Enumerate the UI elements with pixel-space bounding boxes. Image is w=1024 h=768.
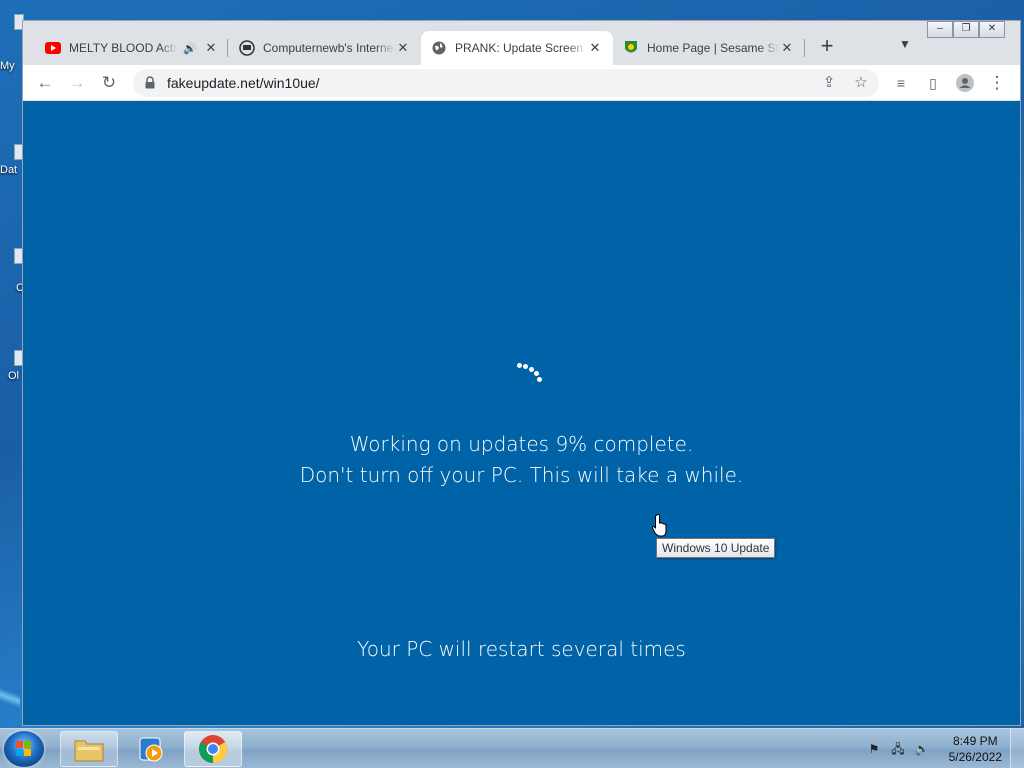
close-tab-icon[interactable]: ✕ bbox=[203, 40, 219, 56]
volume-icon[interactable]: 🔈 bbox=[914, 741, 930, 757]
chrome-icon bbox=[199, 735, 227, 763]
taskbar: ⚑ 🖧 🔈 8:49 PM 5/26/2022 bbox=[0, 728, 1024, 768]
tooltip: Windows 10 Update bbox=[656, 538, 776, 558]
sesame-icon bbox=[623, 40, 639, 56]
desktop-icon-app-2[interactable]: Ol bbox=[0, 332, 24, 382]
taskbar-chrome[interactable] bbox=[184, 731, 242, 767]
computernewb-icon bbox=[239, 40, 255, 56]
reload-icon[interactable]: ↻ bbox=[97, 71, 121, 95]
tab-title: Computernewb's Internet bbox=[263, 41, 395, 55]
address-bar[interactable]: fakeupdate.net/win10ue/ ⇪ ☆ bbox=[133, 69, 879, 97]
taskbar-clock[interactable]: 8:49 PM 5/26/2022 bbox=[949, 733, 1002, 765]
close-tab-icon[interactable]: ✕ bbox=[779, 40, 795, 56]
tab-separator bbox=[227, 39, 228, 57]
youtube-icon bbox=[45, 40, 61, 56]
forward-arrow-icon[interactable]: → bbox=[65, 71, 89, 95]
address-url: fakeupdate.net/win10ue/ bbox=[167, 75, 320, 91]
desktop-icon-label: Dat bbox=[0, 164, 18, 176]
tab-computernewb[interactable]: Computernewb's Internet ✕ bbox=[229, 31, 421, 65]
taskbar-media-player[interactable] bbox=[122, 731, 180, 767]
clock-date: 5/26/2022 bbox=[948, 750, 1002, 764]
tab-separator bbox=[804, 39, 805, 57]
new-tab-button[interactable]: + bbox=[815, 35, 839, 59]
wallpaper-streak bbox=[0, 668, 20, 728]
file-explorer-icon bbox=[74, 740, 104, 762]
browser-window: MELTY BLOOD Actress Again 🔊 ✕ Computerne… bbox=[22, 20, 1021, 726]
clock-time: 8:49 PM bbox=[952, 734, 998, 748]
reading-list-icon[interactable]: ≡ bbox=[889, 71, 913, 95]
action-center-flag-icon[interactable]: ⚑ bbox=[866, 741, 882, 757]
tab-search-chevron-icon[interactable]: ▼ bbox=[895, 37, 915, 57]
desktop-icon-computer[interactable]: My bbox=[0, 14, 24, 72]
desktop-icon-data[interactable]: Dat bbox=[0, 142, 24, 182]
tab-sesame-street[interactable]: Home Page | Sesame Street ✕ bbox=[613, 31, 805, 65]
globe-icon bbox=[431, 40, 447, 56]
taskbar-file-explorer[interactable] bbox=[60, 731, 118, 767]
restore-button[interactable]: ❐ bbox=[953, 21, 979, 38]
tab-prank-update[interactable]: PRANK: Update Screen ✕ bbox=[421, 31, 613, 65]
start-button[interactable] bbox=[4, 731, 44, 767]
close-tab-icon[interactable]: ✕ bbox=[395, 40, 411, 56]
tab-strip: MELTY BLOOD Actress Again 🔊 ✕ Computerne… bbox=[23, 21, 1020, 65]
close-window-button[interactable]: ✕ bbox=[979, 21, 1005, 38]
tab-title: MELTY BLOOD Actress Again bbox=[69, 41, 178, 55]
minimize-button[interactable]: – bbox=[927, 21, 953, 38]
desktop-icon-label: Ol bbox=[8, 370, 19, 382]
media-player-icon bbox=[139, 737, 163, 762]
browser-menu-icon[interactable]: ⋮ bbox=[985, 71, 1009, 95]
tab-melty-blood[interactable]: MELTY BLOOD Actress Again 🔊 ✕ bbox=[35, 31, 229, 65]
warning-message: Don't turn off your PC. This will take a… bbox=[299, 463, 744, 487]
desktop-icon-app[interactable]: C bbox=[0, 246, 24, 294]
back-arrow-icon[interactable]: ← bbox=[33, 71, 57, 95]
show-desktop-button[interactable] bbox=[1010, 729, 1024, 768]
desktop-icon-label: My bbox=[0, 60, 15, 72]
network-icon[interactable]: 🖧 bbox=[890, 741, 906, 757]
tab-title: Home Page | Sesame Street bbox=[647, 41, 779, 55]
side-panel-icon[interactable]: ▯ bbox=[921, 71, 945, 95]
loading-spinner-icon bbox=[517, 363, 547, 387]
lock-icon bbox=[145, 76, 155, 89]
restart-message: Your PC will restart several times bbox=[357, 637, 686, 661]
page-viewport: Working on updates 9% complete. Don't tu… bbox=[23, 101, 1020, 725]
browser-toolbar: ← → ↻ fakeupdate.net/win10ue/ ⇪ ☆ ≡ ▯ ⋮ bbox=[23, 65, 1020, 101]
windows-logo-icon bbox=[16, 741, 32, 757]
speaker-icon[interactable]: 🔊 bbox=[183, 42, 197, 55]
profile-avatar-icon[interactable] bbox=[953, 71, 977, 95]
close-tab-icon[interactable]: ✕ bbox=[587, 40, 603, 56]
bookmark-star-icon[interactable]: ☆ bbox=[849, 71, 873, 95]
share-icon[interactable]: ⇪ bbox=[817, 71, 841, 95]
tab-title: PRANK: Update Screen bbox=[455, 41, 584, 55]
progress-message: Working on updates 9% complete. bbox=[349, 432, 694, 456]
hand-cursor-icon bbox=[652, 514, 667, 537]
